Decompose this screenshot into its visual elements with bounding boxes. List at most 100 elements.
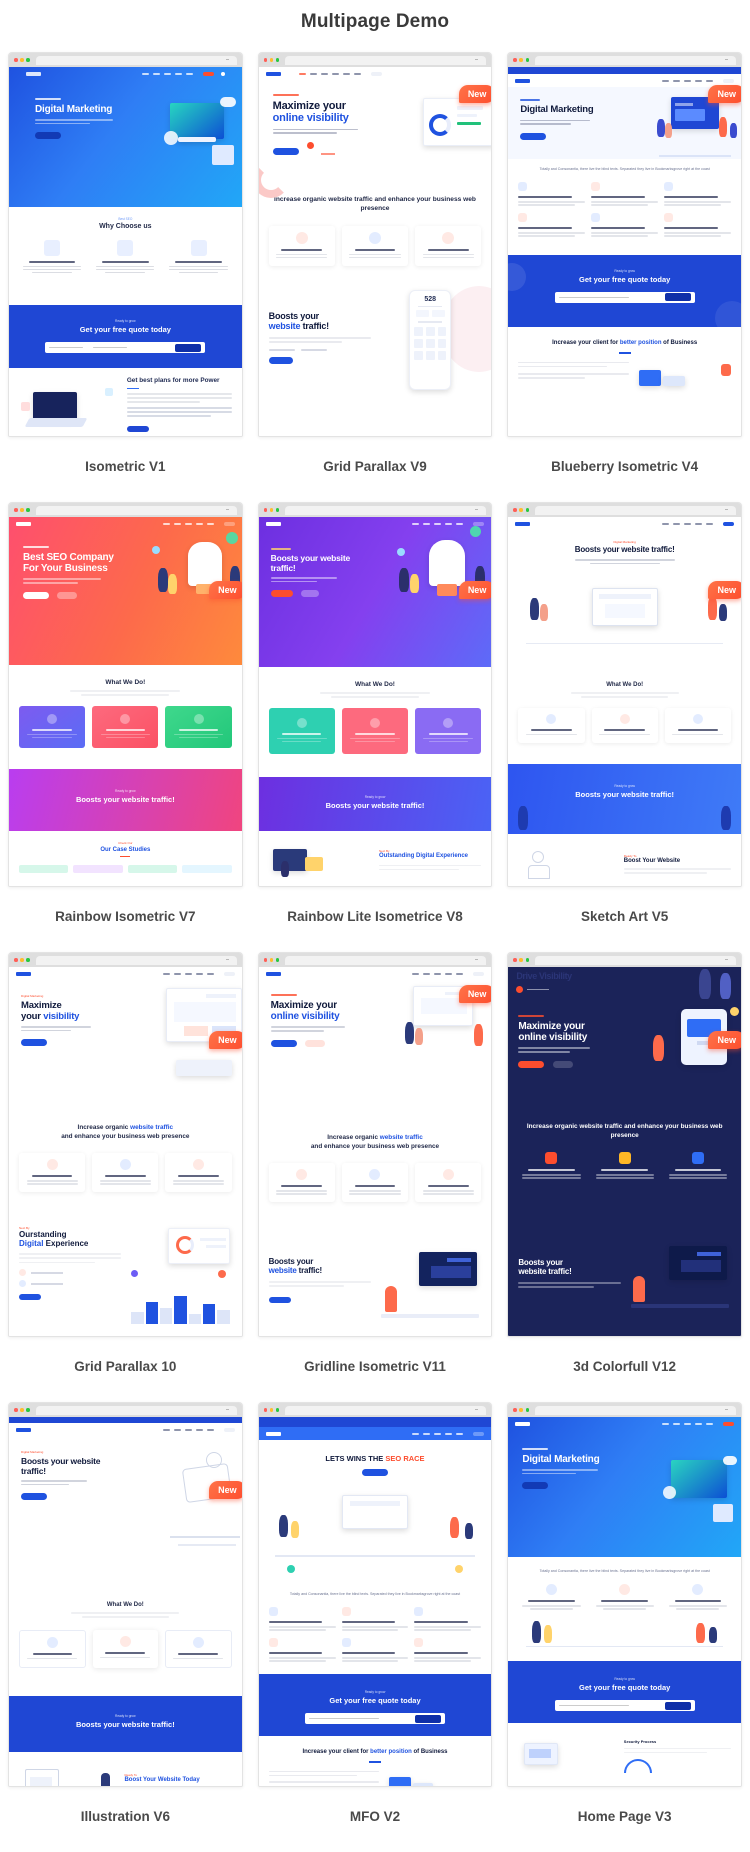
hero-eyebrow bbox=[35, 98, 61, 100]
submit-button[interactable] bbox=[175, 343, 202, 352]
nav-links bbox=[662, 79, 713, 82]
feature-item bbox=[591, 213, 659, 238]
feature-list bbox=[268, 225, 482, 266]
feature-item bbox=[268, 225, 335, 266]
demo-cell-home-page-v3: Digital Marketing Totally and Consonanti… bbox=[507, 1402, 742, 1852]
minimize-dot-icon bbox=[269, 58, 274, 62]
feature-item bbox=[414, 1638, 482, 1663]
card-label-isometric-v1: Isometric V1 bbox=[85, 459, 166, 474]
hero-cta-button bbox=[361, 1469, 388, 1476]
browser-tab bbox=[285, 1405, 487, 1415]
nav-links bbox=[162, 1428, 214, 1431]
play-video-button bbox=[301, 590, 320, 598]
cta-heading: Get your free quote today bbox=[579, 274, 671, 284]
cta-eyebrow: Ready to grow bbox=[115, 1714, 136, 1718]
maximize-dot-icon bbox=[275, 508, 280, 512]
email-input[interactable] bbox=[308, 1717, 379, 1720]
demo-card-rainbow-isometric-v7[interactable]: New Best SEO Company For Your Business W… bbox=[8, 502, 243, 887]
site-preview: Digital Marketing Maximize your visibili… bbox=[9, 967, 242, 1336]
close-dot-icon bbox=[14, 58, 18, 62]
browser-chrome bbox=[508, 503, 741, 517]
cta-heading: Boosts your website traffic! bbox=[75, 1720, 175, 1729]
site-nav bbox=[508, 517, 741, 530]
play-video-icon bbox=[516, 986, 524, 993]
submit-button[interactable] bbox=[664, 1701, 691, 1710]
play-video-button bbox=[552, 1060, 573, 1068]
email-input[interactable] bbox=[558, 1704, 629, 1707]
feature-list bbox=[518, 1152, 731, 1180]
demo-card-sketch-art-v5[interactable]: New Digital Marketing Boosts your websit… bbox=[507, 502, 742, 887]
submit-button[interactable] bbox=[664, 293, 691, 302]
site-logo bbox=[265, 971, 281, 976]
cta-eyebrow: Ready to grow bbox=[115, 789, 136, 793]
quote-form[interactable] bbox=[554, 291, 695, 303]
demo-cell-blueberry-isometric-v4: New Digital Marketing Totally and Conson… bbox=[507, 52, 742, 502]
card-label-rainbow-lite-isometrice-v8: Rainbow Lite Isometrice V8 bbox=[287, 909, 463, 924]
feature-item bbox=[341, 225, 409, 266]
close-dot-icon bbox=[513, 508, 517, 512]
site-preview: Drive Visibility Maximize your online vi… bbox=[508, 967, 741, 1336]
cta-eyebrow: Ready to grow bbox=[364, 795, 386, 799]
card-label-grid-parallax-10: Grid Parallax 10 bbox=[74, 1359, 177, 1374]
feature-item bbox=[92, 240, 158, 275]
demo-card-3d-colorfull-v12[interactable]: New Drive Visibility Maximize your onlin… bbox=[507, 952, 742, 1337]
quote-form[interactable] bbox=[45, 342, 206, 353]
browser-chrome bbox=[9, 53, 242, 67]
close-dot-icon bbox=[513, 958, 517, 962]
minimize-dot-icon bbox=[20, 1408, 24, 1412]
section-heading: Increase organic website traffic and enh… bbox=[274, 195, 476, 212]
section-heading: Increase your client for better position… bbox=[302, 1749, 448, 1755]
demo-cell-isometric-v1: Digital Marketing Best SEO Why Choose us… bbox=[8, 52, 243, 502]
site-preview: Digital Marketing Boosts your website tr… bbox=[508, 517, 741, 886]
section-heading: What We Do! bbox=[355, 681, 395, 688]
hero-heading: Boosts your website traffic! bbox=[574, 545, 675, 554]
site-logo bbox=[515, 78, 531, 83]
section-heading-a: Boosts your bbox=[268, 311, 320, 322]
demo-card-isometric-v1[interactable]: Digital Marketing Best SEO Why Choose us… bbox=[8, 52, 243, 437]
site-logo bbox=[265, 71, 281, 76]
section-heading: What We Do! bbox=[105, 679, 146, 686]
card-label-rainbow-isometric-v7: Rainbow Isometric V7 bbox=[55, 909, 196, 924]
email-input[interactable] bbox=[93, 346, 128, 349]
maximize-dot-icon bbox=[26, 1408, 30, 1412]
demo-card-blueberry-isometric-v4[interactable]: New Digital Marketing Totally and Conson… bbox=[507, 52, 742, 437]
section-heading: Increase organic website traffic and enh… bbox=[526, 1123, 723, 1139]
cta-heading: Boosts your website traffic! bbox=[75, 795, 175, 804]
quote-form[interactable] bbox=[554, 1700, 695, 1711]
demo-card-illustration-v6[interactable]: New Digital Marketing Boosts your websit… bbox=[8, 1402, 243, 1787]
section-heading: Totally and Consonantia, there live the … bbox=[289, 1592, 461, 1596]
quote-form[interactable] bbox=[304, 1713, 445, 1724]
feature-item bbox=[341, 1163, 409, 1203]
feature-item bbox=[19, 1629, 86, 1668]
window-dots bbox=[14, 508, 30, 512]
card-label-illustration-v6: Illustration V6 bbox=[80, 1809, 170, 1824]
site-nav bbox=[259, 67, 492, 80]
feature-item bbox=[664, 182, 731, 207]
site-logo bbox=[16, 971, 31, 976]
feature-item bbox=[591, 182, 659, 207]
demo-card-grid-parallax-v9[interactable]: New Maximize your online visibility Incr… bbox=[257, 52, 493, 437]
feature-list bbox=[268, 707, 482, 754]
site-logo bbox=[26, 71, 41, 76]
demo-cell-gridline-isometric-v11: New Maximize your online visibility Incr… bbox=[257, 952, 493, 1402]
browser-chrome bbox=[9, 503, 242, 517]
window-dots bbox=[513, 1408, 530, 1412]
demo-card-grid-parallax-10[interactable]: New Digital Marketing Maximize your visi… bbox=[8, 952, 243, 1337]
window-dots bbox=[513, 958, 530, 962]
demo-card-mfo-v2[interactable]: LETS WINS THE SEO RACE Totally and Conso… bbox=[257, 1402, 493, 1787]
close-dot-icon bbox=[263, 58, 268, 62]
browser-tab bbox=[535, 1405, 736, 1415]
hero-cta-button bbox=[520, 132, 547, 140]
hero-eyebrow bbox=[522, 1448, 549, 1450]
demo-card-gridline-isometric-v11[interactable]: New Maximize your online visibility Incr… bbox=[257, 952, 493, 1337]
demo-card-home-page-v3[interactable]: Digital Marketing Totally and Consonanti… bbox=[507, 1402, 742, 1787]
submit-button[interactable] bbox=[414, 1714, 441, 1723]
section-heading: What We Do! bbox=[606, 682, 644, 688]
browser-chrome bbox=[9, 953, 242, 967]
name-input[interactable] bbox=[49, 346, 84, 349]
site-logo bbox=[16, 1427, 31, 1432]
demo-card-rainbow-lite-isometrice-v8[interactable]: New Boosts your website traffic! What We… bbox=[257, 502, 493, 887]
email-input[interactable] bbox=[558, 296, 629, 299]
site-nav bbox=[19, 67, 232, 80]
new-badge: New bbox=[458, 581, 492, 599]
